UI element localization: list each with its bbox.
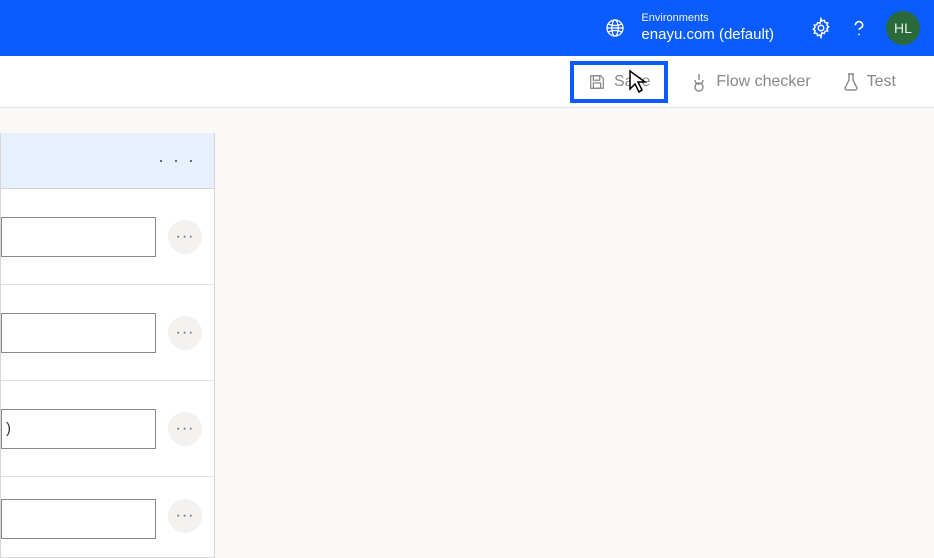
env-value: enayu.com (default)	[641, 26, 774, 44]
environment-picker[interactable]: Environments enayu.com (default)	[641, 12, 774, 43]
card-row: ···	[1, 477, 214, 557]
row-more-icon[interactable]: ···	[168, 316, 202, 350]
input-field[interactable]	[1, 499, 156, 539]
row-more-icon[interactable]: ···	[168, 499, 202, 533]
save-button[interactable]: Save	[570, 61, 668, 103]
flow-card: · · · ··· ··· ) ··· ···	[0, 133, 215, 558]
card-row: ) ···	[1, 381, 214, 477]
settings-icon[interactable]	[802, 17, 840, 39]
row-more-icon[interactable]: ···	[168, 220, 202, 254]
avatar[interactable]: HL	[886, 11, 920, 45]
save-label: Save	[614, 73, 650, 91]
input-field[interactable]	[1, 217, 156, 257]
globe-icon	[605, 18, 625, 38]
flow-checker-button[interactable]: Flow checker	[680, 66, 820, 98]
header: Environments enayu.com (default) HL	[0, 0, 934, 56]
help-icon[interactable]	[840, 17, 878, 39]
card-row: ···	[1, 285, 214, 381]
test-button[interactable]: Test	[833, 66, 906, 98]
row-more-icon[interactable]: ···	[168, 412, 202, 446]
card-row: ···	[1, 189, 214, 285]
flow-checker-label: Flow checker	[716, 73, 810, 91]
env-label: Environments	[641, 12, 774, 25]
input-field[interactable]: )	[1, 409, 156, 449]
test-label: Test	[867, 73, 896, 91]
card-menu-icon[interactable]: · · ·	[158, 150, 196, 171]
input-field[interactable]	[1, 313, 156, 353]
toolbar: Save Flow checker Test	[0, 56, 934, 108]
card-header[interactable]: · · ·	[1, 133, 214, 189]
